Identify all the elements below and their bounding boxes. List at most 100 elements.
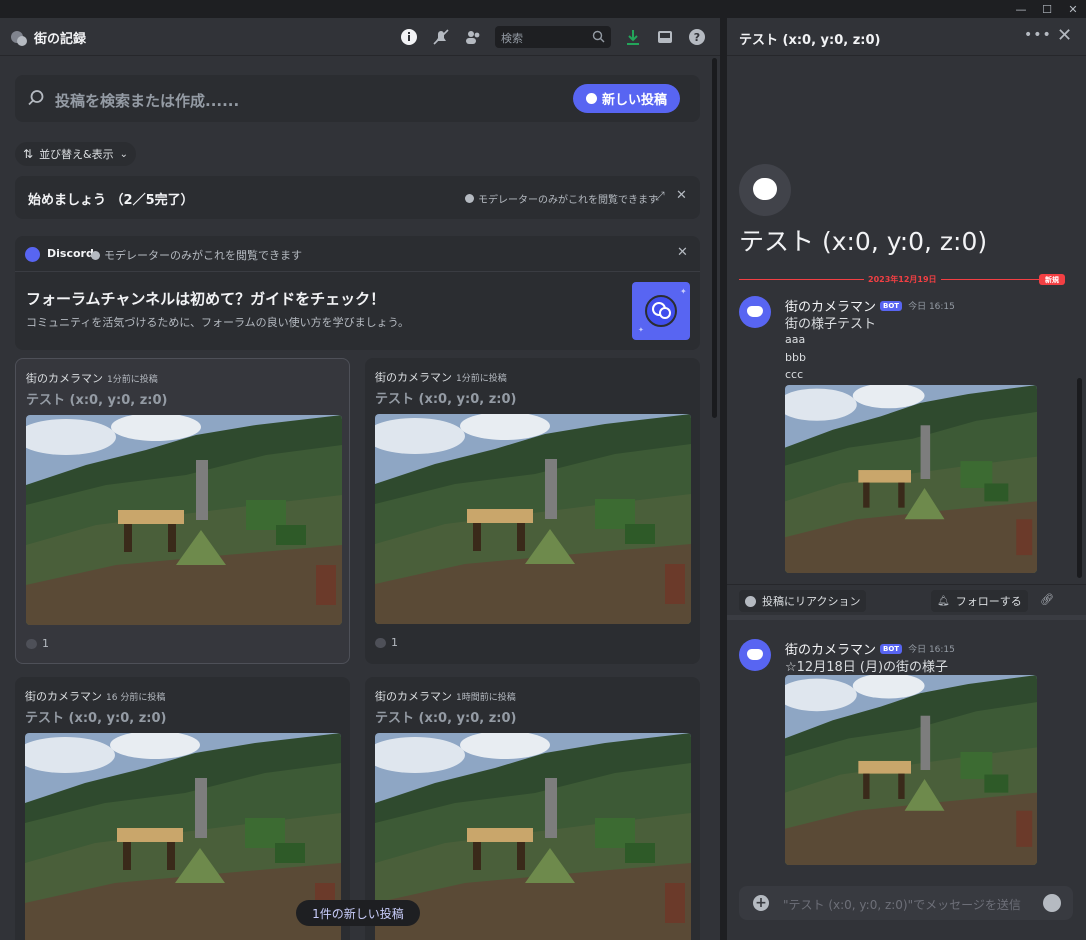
bot-badge: BOT <box>880 643 903 654</box>
chat-bubble-icon <box>375 637 386 648</box>
sort-label: 並び替え&表示 <box>39 148 114 161</box>
post-author: 街のカメラマン <box>375 690 452 703</box>
window-titlebar: — ☐ ✕ <box>0 0 1086 18</box>
thread-action-bar: 投稿にリアクション 🔔︎ フォローする 🔗︎ <box>727 584 1086 620</box>
message-text: ☆12月18日 (月)の街の様子 <box>785 660 949 675</box>
channel-header: 街の記録 検索 ? <box>0 18 720 56</box>
discord-logo-icon <box>25 247 40 262</box>
message: 街のカメラマン BOT 今日 16:15 街の様子テスト aaa bbb ccc <box>739 296 1079 576</box>
guide-brand: Discord <box>47 247 94 260</box>
post-author: 街のカメラマン <box>375 371 452 384</box>
window-controls: — ☐ ✕ <box>1008 0 1086 18</box>
post-author: 街のカメラマン <box>26 372 103 385</box>
close-icon[interactable]: ✕ <box>1057 25 1072 46</box>
inbox-icon[interactable] <box>654 26 676 48</box>
search-icon <box>28 90 44 106</box>
svg-text:?: ? <box>694 31 700 44</box>
message-text: aaa <box>785 333 806 346</box>
message-image[interactable] <box>785 675 1037 865</box>
member-list-icon[interactable] <box>462 26 484 48</box>
chevron-down-icon: ⌄ <box>119 148 129 160</box>
message-timestamp: 今日 16:15 <box>908 302 955 312</box>
minimize-button[interactable]: — <box>1008 0 1034 18</box>
info-icon <box>91 250 100 260</box>
post-time: 1分前に投稿 <box>107 375 158 385</box>
post-author-line: 街のカメラマン 1分前に投稿 <box>26 370 158 386</box>
avatar[interactable] <box>739 296 771 328</box>
header-search-input[interactable]: 検索 <box>495 26 611 48</box>
new-badge: 新規 <box>1039 274 1065 285</box>
new-posts-pill[interactable]: 1件の新しい投稿 <box>296 900 420 926</box>
avatar[interactable] <box>739 639 771 671</box>
maximize-button[interactable]: ☐ <box>1034 0 1060 18</box>
header-right-icons: ? <box>622 26 718 48</box>
date-divider: 2023年12月19日 新規 <box>739 274 1065 285</box>
post-title: テスト (x:0, y:0, z:0) <box>375 711 517 726</box>
svg-text:✦: ✦ <box>638 326 644 334</box>
post-title: テスト (x:0, y:0, z:0) <box>26 393 168 408</box>
post-author-line: 街のカメラマン 1分前に投稿 <box>375 369 507 385</box>
guide-card-header: Discord モデレーターのみがこれを閲覧できます ✕ <box>15 236 700 272</box>
thread-scrollbar[interactable] <box>1077 378 1082 578</box>
copy-link-icon[interactable]: 🔗︎ <box>1040 593 1054 606</box>
post-time: 1時間前に投稿 <box>456 693 516 703</box>
expand-icon[interactable]: ⤢ <box>655 189 665 204</box>
header-toolbar <box>398 26 494 48</box>
message: 街のカメラマン BOT 今日 16:15 ☆12月18日 (月)の街の様子 <box>739 639 1079 867</box>
message-timestamp: 今日 16:15 <box>908 645 955 655</box>
post-time: 1分前に投稿 <box>456 374 507 384</box>
post-card[interactable]: 街のカメラマン 1時間前に投稿 テスト (x:0, y:0, z:0) <box>365 677 700 940</box>
post-title: テスト (x:0, y:0, z:0) <box>375 392 517 407</box>
post-thumbnail <box>375 733 691 940</box>
getting-started-title: 始めましょう （2／5完了） <box>28 193 194 208</box>
post-author-line: 街のカメラマン 16 分前に投稿 <box>25 688 165 704</box>
post-card[interactable]: 街のカメラマン 16 分前に投稿 テスト (x:0, y:0, z:0) <box>15 677 350 940</box>
post-card[interactable]: 街のカメラマン 1分前に投稿 テスト (x:0, y:0, z:0) 1 <box>15 358 350 664</box>
message-image[interactable] <box>785 385 1037 573</box>
channel-name: 街の記録 <box>34 32 87 47</box>
post-author-line: 街のカメラマン 1時間前に投稿 <box>375 688 516 704</box>
new-post-button[interactable]: 新しい投稿 <box>573 84 680 113</box>
forum-scrollbar[interactable] <box>712 58 717 418</box>
download-icon[interactable] <box>622 26 644 48</box>
help-icon[interactable]: ? <box>686 26 708 48</box>
forum-guide-card[interactable]: Discord モデレーターのみがこれを閲覧できます ✕ フォーラムチャンネルは… <box>15 236 700 350</box>
getting-started-banner[interactable]: 始めましょう （2／5完了） モデレーターのみがこれを閲覧できます ⤢ ✕ <box>15 176 700 219</box>
window-close-button[interactable]: ✕ <box>1060 0 1086 18</box>
forum-pane: 街の記録 検索 ? 投稿を検索または作成...... 新しい投稿 ⇅ 並び替え&… <box>0 18 720 940</box>
post-message-count: 1 <box>26 637 49 650</box>
date-divider-label: 2023年12月19日 <box>864 274 941 285</box>
follow-label: フォローする <box>955 595 1022 608</box>
add-attachment-icon[interactable]: + <box>753 895 769 911</box>
thread-pane: テスト (x:0, y:0, z:0) ••• ✕ テスト (x:0, y:0,… <box>726 18 1086 940</box>
channel-info-icon[interactable] <box>398 26 420 48</box>
post-author: 街のカメラマン <box>25 690 102 703</box>
post-card[interactable]: 街のカメラマン 1分前に投稿 テスト (x:0, y:0, z:0) 1 <box>365 358 700 664</box>
more-options-icon[interactable]: ••• <box>1024 27 1052 43</box>
guide-subtitle: コミュニティを活気づけるために、フォーラムの良い使い方を学びましょう。 <box>26 316 410 329</box>
mute-notifications-icon[interactable] <box>430 26 452 48</box>
bell-icon: 🔔︎ <box>937 595 950 607</box>
post-time: 16 分前に投稿 <box>106 693 166 703</box>
sort-arrows-icon: ⇅ <box>23 147 34 161</box>
follow-button[interactable]: 🔔︎ フォローする <box>931 590 1028 612</box>
svg-text:✦: ✦ <box>680 287 687 296</box>
emoji-icon <box>745 595 756 607</box>
thread-title: テスト (x:0, y:0, z:0) <box>739 227 988 256</box>
message-composer[interactable]: + "テスト (x:0, y:0, z:0)"でメッセージを送信 <box>739 886 1073 920</box>
react-to-post-button[interactable]: 投稿にリアクション <box>739 590 867 612</box>
close-icon[interactable]: ✕ <box>676 188 687 203</box>
bot-badge: BOT <box>880 300 903 311</box>
close-icon[interactable]: ✕ <box>677 245 688 260</box>
message-text: bbb <box>785 351 806 364</box>
header-search-placeholder: 検索 <box>501 32 523 45</box>
post-thumbnail <box>25 733 341 940</box>
new-post-label: 新しい投稿 <box>601 93 667 108</box>
react-label: 投稿にリアクション <box>762 595 861 608</box>
emoji-picker-icon[interactable] <box>1043 894 1061 912</box>
forum-search-input[interactable]: 投稿を検索または作成...... 新しい投稿 <box>15 75 700 122</box>
search-icon <box>592 30 605 43</box>
thread-header: テスト (x:0, y:0, z:0) ••• ✕ <box>727 18 1086 56</box>
message-text: ccc <box>785 368 804 381</box>
sort-view-button[interactable]: ⇅ 並び替え&表示 ⌄ <box>15 142 137 166</box>
